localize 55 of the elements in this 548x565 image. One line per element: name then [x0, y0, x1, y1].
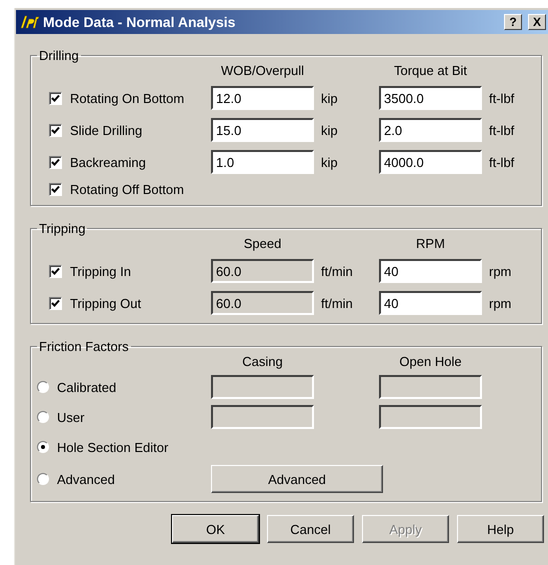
unit-label: kip — [321, 154, 339, 170]
input-field[interactable]: 3500.0 — [379, 86, 482, 110]
checkbox-label: Rotating Off Bottom — [70, 182, 184, 197]
radio-button[interactable] — [37, 411, 49, 423]
unit-label: ft/min — [321, 264, 354, 278]
unit-label: kip — [321, 90, 339, 106]
unit-label: rpm — [489, 264, 512, 278]
dialog-button[interactable]: Help — [457, 515, 544, 543]
unit-label: ft-lbf — [489, 122, 516, 138]
radio-button[interactable] — [37, 473, 49, 485]
unit-label: ft/min — [321, 296, 354, 310]
group-title: Drilling — [39, 48, 79, 63]
checkbox-label: Tripping In — [70, 264, 131, 278]
radio-button[interactable] — [37, 441, 49, 453]
input-field[interactable]: 1.0 — [211, 150, 314, 174]
column-header: WOB/Overpull — [220, 63, 306, 78]
unit-label: kip — [321, 122, 339, 138]
radio-label: Advanced — [57, 472, 115, 486]
checkbox-label: Slide Drilling — [70, 122, 142, 138]
input-field[interactable]: 15.0 — [211, 118, 314, 142]
radio-button[interactable] — [37, 381, 49, 393]
dialog-button[interactable]: Cancel — [267, 515, 354, 543]
unit-label: rpm — [489, 296, 512, 310]
unit-label: ft-lbf — [489, 154, 516, 170]
app-logo-icon — [19, 15, 39, 29]
checkbox[interactable] — [49, 264, 62, 278]
input-field[interactable]: 12.0 — [211, 86, 314, 110]
advanced-button[interactable]: Advanced — [211, 465, 383, 493]
checkbox[interactable] — [49, 183, 62, 196]
checkbox[interactable] — [49, 124, 62, 136]
title-bar-button[interactable]: X — [528, 14, 546, 30]
checkbox[interactable] — [49, 92, 62, 104]
input-field[interactable]: 40 — [379, 291, 482, 315]
title-bar-button[interactable]: ? — [504, 14, 522, 30]
radio-label: Calibrated — [57, 380, 116, 394]
dialog-button[interactable]: OK — [172, 515, 259, 543]
column-header: Torque at Bit — [393, 63, 468, 78]
checkbox[interactable] — [49, 156, 62, 168]
column-header: Casing — [241, 354, 284, 369]
checkbox-label: Rotating On Bottom — [70, 90, 184, 106]
input-field[interactable]: 4000.0 — [379, 150, 482, 174]
checkbox-label: Backreaming — [70, 154, 146, 170]
input-field[interactable]: 40 — [379, 259, 482, 283]
column-header: RPM — [415, 236, 446, 251]
checkbox-label: Tripping Out — [70, 296, 142, 310]
input-field[interactable]: 2.0 — [379, 118, 482, 142]
radio-label: User — [57, 410, 84, 424]
unit-label: ft-lbf — [489, 90, 516, 106]
column-header: Open Hole — [398, 354, 463, 369]
radio-label: Hole Section Editor — [57, 440, 168, 454]
group-title: Tripping — [39, 221, 86, 236]
group-title: Friction Factors — [39, 339, 129, 354]
column-header: Speed — [242, 236, 282, 251]
window-title: Mode Data - Normal Analysis — [43, 14, 236, 30]
checkbox[interactable] — [49, 296, 62, 310]
